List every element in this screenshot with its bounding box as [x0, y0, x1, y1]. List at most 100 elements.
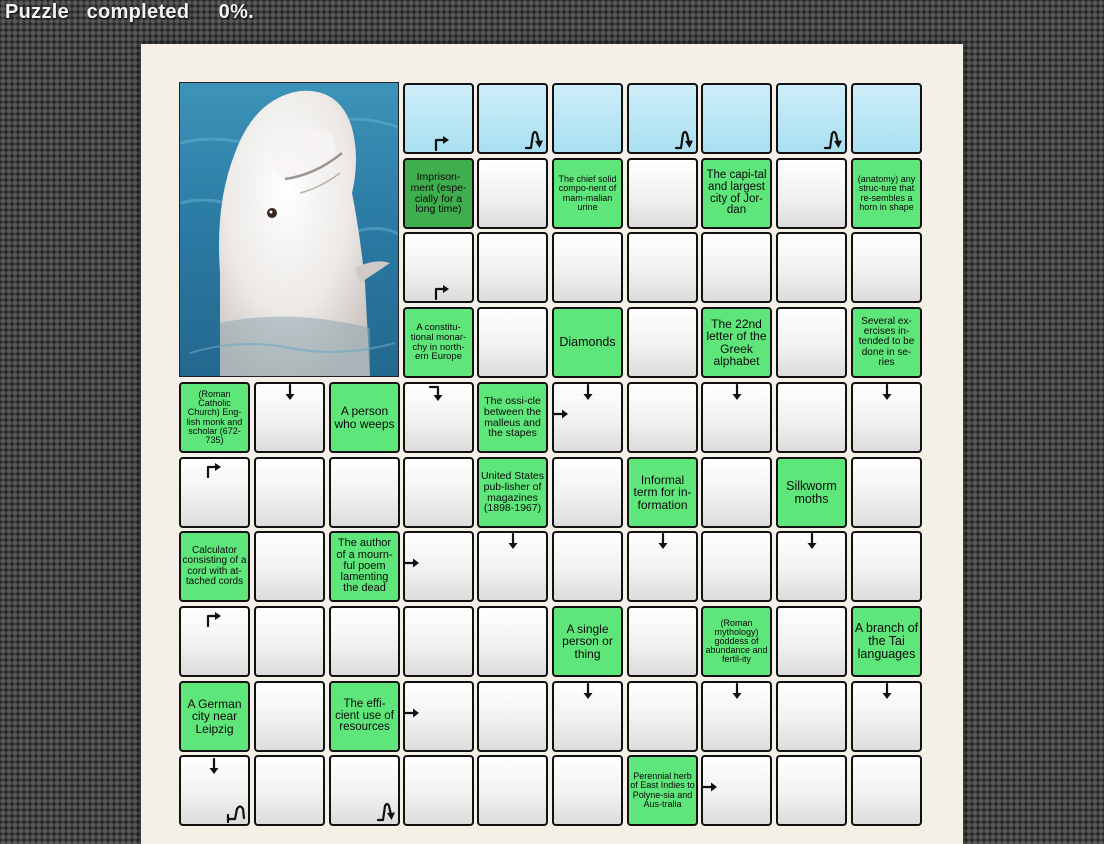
- clue-cell[interactable]: A branch of the Tai languages: [851, 606, 922, 677]
- answer-cell[interactable]: [552, 83, 623, 154]
- corner-right-arrow-icon: [431, 131, 453, 153]
- letter-cell[interactable]: [627, 531, 698, 602]
- snake-down-arrow-icon: [375, 801, 397, 823]
- letter-cell[interactable]: [477, 755, 548, 826]
- letter-cell[interactable]: [179, 457, 250, 528]
- letter-cell[interactable]: [701, 531, 772, 602]
- letter-cell[interactable]: [477, 606, 548, 677]
- clue-cell[interactable]: (Roman mythology) goddess of abundance a…: [701, 606, 772, 677]
- letter-cell[interactable]: [254, 382, 325, 453]
- clue-cell[interactable]: Calculator consisting of a cord with at-…: [179, 531, 250, 602]
- letter-cell[interactable]: [551, 382, 623, 453]
- letter-cell[interactable]: [403, 755, 474, 826]
- letter-cell[interactable]: [402, 681, 474, 752]
- answer-cell[interactable]: [403, 83, 474, 154]
- letter-cell[interactable]: [701, 681, 772, 752]
- clue-cell[interactable]: Imprison-ment (espe-cially for a long ti…: [403, 158, 474, 229]
- clue-cell[interactable]: (Roman Catholic Church) Eng-lish monk an…: [179, 382, 250, 453]
- clue-cell[interactable]: A German city near Leipzig: [179, 681, 250, 752]
- clue-text: The effi-cient use of resources: [335, 697, 394, 734]
- letter-cell[interactable]: [776, 681, 847, 752]
- letter-cell[interactable]: [776, 382, 847, 453]
- clue-cell[interactable]: A constitu-tional monar-chy in north-ern…: [403, 307, 474, 378]
- letter-cell[interactable]: [776, 755, 847, 826]
- down-arrow-icon: [502, 531, 524, 553]
- letter-cell[interactable]: [254, 606, 325, 677]
- clue-cell[interactable]: The 22nd letter of the Greek alphabet: [701, 307, 772, 378]
- letter-cell[interactable]: [627, 681, 698, 752]
- clue-text: Diamonds: [559, 335, 616, 350]
- letter-cell[interactable]: [254, 755, 325, 826]
- clue-text: A person who weeps: [334, 404, 395, 431]
- clue-cell[interactable]: Perennial herb of East Indies to Polyne-…: [627, 755, 698, 826]
- letter-cell[interactable]: [776, 307, 847, 378]
- letter-cell[interactable]: [403, 457, 474, 528]
- letter-cell[interactable]: [329, 606, 400, 677]
- clue-cell[interactable]: The effi-cient use of resources: [329, 681, 400, 752]
- letter-cell[interactable]: [851, 232, 922, 303]
- answer-cell[interactable]: [477, 83, 548, 154]
- letter-cell[interactable]: [254, 531, 325, 602]
- down-arrow-icon: [876, 382, 898, 404]
- letter-cell[interactable]: [403, 382, 474, 453]
- letter-cell[interactable]: [627, 307, 698, 378]
- letter-cell[interactable]: [552, 232, 623, 303]
- letter-cell[interactable]: [627, 382, 698, 453]
- letter-cell[interactable]: [254, 681, 325, 752]
- letter-cell[interactable]: [851, 681, 922, 752]
- letter-cell[interactable]: [477, 307, 548, 378]
- letter-cell[interactable]: [179, 755, 250, 826]
- letter-cell[interactable]: [179, 606, 250, 677]
- letter-cell[interactable]: [254, 457, 325, 528]
- letter-cell[interactable]: [402, 531, 474, 602]
- clue-cell[interactable]: The chief solid compo-nent of mam-malian…: [552, 158, 623, 229]
- letter-cell[interactable]: [403, 606, 474, 677]
- letter-cell[interactable]: [851, 457, 922, 528]
- letter-cell[interactable]: [552, 681, 623, 752]
- clue-cell[interactable]: A person who weeps: [329, 382, 400, 453]
- clue-text: Silkworm moths: [786, 478, 837, 506]
- letter-cell[interactable]: [776, 531, 847, 602]
- letter-cell[interactable]: [776, 158, 847, 229]
- clue-cell[interactable]: The capi-tal and largest city of Jor-dan: [701, 158, 772, 229]
- letter-cell[interactable]: [776, 606, 847, 677]
- letter-cell[interactable]: [627, 606, 698, 677]
- clue-text: The chief solid compo-nent of mam-malian…: [558, 174, 617, 212]
- clue-cell[interactable]: Several ex-ercises in-tended to be done …: [851, 307, 922, 378]
- answer-cell[interactable]: [776, 83, 847, 154]
- letter-cell[interactable]: [329, 755, 400, 826]
- answer-cell[interactable]: [627, 83, 698, 154]
- letter-cell[interactable]: [776, 232, 847, 303]
- answer-cell[interactable]: [701, 83, 772, 154]
- letter-cell[interactable]: [851, 531, 922, 602]
- answer-cell[interactable]: [851, 83, 922, 154]
- completion-status: Puzzle completed 0%.: [5, 0, 254, 24]
- clue-cell[interactable]: United States pub-lisher of magazines (1…: [477, 457, 548, 528]
- clue-text: The ossi-cle between the malleus and the…: [483, 395, 542, 440]
- letter-cell[interactable]: [701, 382, 772, 453]
- letter-cell[interactable]: [477, 531, 548, 602]
- letter-cell[interactable]: [477, 158, 548, 229]
- letter-cell[interactable]: [477, 681, 548, 752]
- letter-cell[interactable]: [329, 457, 400, 528]
- letter-cell[interactable]: [627, 158, 698, 229]
- clue-cell[interactable]: Informal term for in-formation: [627, 457, 698, 528]
- clue-cell[interactable]: The author of a mourn-ful poem lamenting…: [329, 531, 400, 602]
- letter-cell[interactable]: [701, 232, 772, 303]
- clue-cell[interactable]: The ossi-cle between the malleus and the…: [477, 382, 548, 453]
- letter-cell[interactable]: [851, 382, 922, 453]
- letter-cell[interactable]: [627, 232, 698, 303]
- clue-cell[interactable]: Silkworm moths: [776, 457, 847, 528]
- letter-cell[interactable]: [552, 755, 623, 826]
- clue-cell[interactable]: (anatomy) any struc-ture that re-sembles…: [851, 158, 922, 229]
- down-arrow-icon: [726, 681, 748, 703]
- letter-cell[interactable]: [851, 755, 922, 826]
- letter-cell[interactable]: [477, 232, 548, 303]
- letter-cell[interactable]: [552, 457, 623, 528]
- clue-cell[interactable]: A single person or thing: [552, 606, 623, 677]
- letter-cell[interactable]: [701, 457, 772, 528]
- letter-cell[interactable]: [700, 755, 772, 826]
- letter-cell[interactable]: [552, 531, 623, 602]
- letter-cell[interactable]: [403, 232, 474, 303]
- clue-cell[interactable]: Diamonds: [552, 307, 623, 378]
